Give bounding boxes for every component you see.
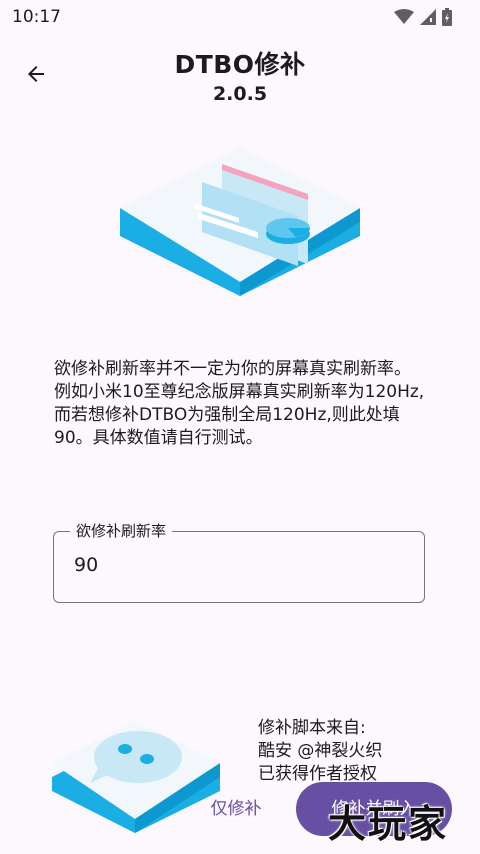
status-time: 10:17 — [12, 7, 61, 27]
patch-and-flash-button[interactable]: 修补并刷入 — [296, 782, 452, 836]
refresh-rate-field[interactable]: 欲修补刷新率 — [53, 520, 425, 603]
description-text: 欲修补刷新率并不一定为你的屏幕真实刷新率。 例如小米10至尊纪念版屏幕真实刷新率… — [54, 359, 425, 448]
signal-icon — [420, 9, 436, 25]
hero-illustration — [120, 148, 360, 296]
refresh-rate-label: 欲修补刷新率 — [70, 520, 173, 541]
status-bar: 10:17 — [0, 0, 480, 34]
chat-bubble-illustration — [52, 721, 220, 833]
status-icons — [394, 8, 452, 26]
wifi-icon — [394, 9, 414, 24]
version-label: 2.0.5 — [212, 83, 268, 105]
page-title: DTBO修补 — [174, 50, 306, 79]
refresh-rate-input[interactable] — [74, 554, 394, 576]
credits-text: 修补脚本来自: 酷安 @神裂火织 已获得作者授权 — [258, 718, 383, 784]
patch-only-button[interactable]: 仅修补 — [200, 795, 272, 823]
battery-icon — [442, 8, 452, 26]
